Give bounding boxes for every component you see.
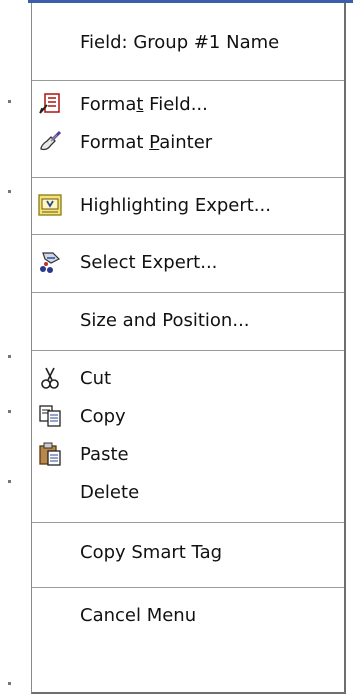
background-speck	[8, 355, 11, 358]
size-position-label: Size and Position...	[80, 309, 250, 331]
menu-separator	[32, 177, 344, 179]
cancel-menu-label: Cancel Menu	[80, 604, 197, 626]
delete-label: Delete	[80, 481, 140, 503]
menu-separator	[32, 234, 344, 236]
menu-separator	[32, 587, 344, 589]
menu-item-copy[interactable]: Copy	[32, 397, 344, 435]
background-speck	[8, 480, 11, 483]
copy-smart-tag-label: Copy Smart Tag	[80, 541, 223, 563]
format-field-label: Format Field...	[80, 93, 208, 115]
paste-icon	[36, 440, 64, 468]
menu-separator	[32, 80, 344, 82]
background-strip	[0, 0, 34, 698]
menu-separator	[32, 292, 344, 294]
format-painter-label: Format Painter	[80, 131, 213, 153]
menu-item-format-painter[interactable]: Format Painter	[32, 123, 344, 161]
menu-item-size-and-position[interactable]: Size and Position...	[32, 301, 344, 339]
menu-item-select-expert[interactable]: Select Expert...	[32, 243, 344, 281]
select-expert-icon	[36, 248, 64, 276]
background-speck	[8, 682, 11, 685]
select-expert-label: Select Expert...	[80, 251, 218, 273]
copy-icon	[36, 402, 64, 430]
paste-label: Paste	[80, 443, 129, 465]
highlighting-expert-label: Highlighting Expert...	[80, 194, 271, 216]
menu-item-format-field[interactable]: Format Field...	[32, 85, 344, 123]
menu-item-cancel-menu[interactable]: Cancel Menu	[32, 596, 344, 634]
paintbrush-icon	[36, 128, 64, 156]
menu-item-delete[interactable]: Delete	[32, 473, 344, 511]
background-speck	[8, 100, 11, 103]
background-speck	[8, 410, 11, 413]
menu-header-label: Field: Group #1 Name	[80, 31, 280, 53]
menu-item-highlighting-expert[interactable]: Highlighting Expert...	[32, 186, 344, 224]
copy-label: Copy	[80, 405, 126, 427]
menu-separator	[32, 350, 344, 352]
context-menu: Field: Group #1 Name Format Field... For…	[31, 3, 346, 694]
cut-label: Cut	[80, 367, 112, 389]
menu-separator	[32, 522, 344, 524]
menu-item-cut[interactable]: Cut	[32, 359, 344, 397]
highlighting-expert-icon	[36, 191, 64, 219]
scissors-icon	[36, 364, 64, 392]
background-speck	[8, 190, 11, 193]
menu-item-copy-smart-tag[interactable]: Copy Smart Tag	[32, 533, 344, 571]
menu-item-paste[interactable]: Paste	[32, 435, 344, 473]
menu-header: Field: Group #1 Name	[32, 23, 344, 61]
format-field-icon	[36, 90, 64, 118]
